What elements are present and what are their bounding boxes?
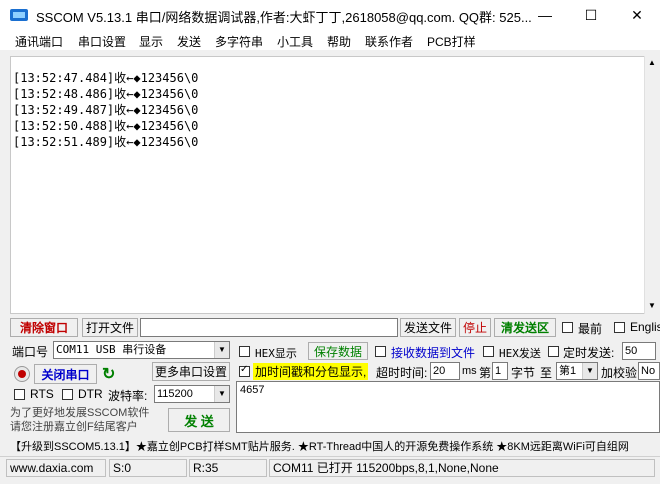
port-status-icon (14, 366, 30, 382)
stop-button[interactable]: 停止 (459, 318, 491, 337)
minimize-button[interactable]: — (522, 0, 568, 30)
english-checkbox[interactable] (614, 322, 625, 333)
send-button[interactable]: 发 送 (168, 408, 230, 432)
timeout-label: 超时时间: (376, 366, 428, 380)
timed-send-label: 定时发送: (563, 346, 615, 360)
clear-send-button[interactable]: 清发送区 (494, 318, 556, 337)
receive-output[interactable]: [13:52:47.484]收←◆123456\0 [13:52:48.486]… (10, 56, 646, 314)
output-line: [13:52:51.489]收←◆123456\0 (13, 135, 199, 149)
menu-bar: 通讯端口 串口设置 显示 发送 多字符串 小工具 帮助 联系作者 PCB打样 (0, 30, 660, 50)
title-bar: SSCOM V5.13.1 串口/网络数据调试器,作者:大虾丁丁,2618058… (0, 0, 660, 31)
timed-send-interval[interactable]: 50 (622, 342, 656, 360)
refresh-icon[interactable]: ↻ (102, 364, 120, 383)
timed-send-checkbox[interactable] (548, 346, 559, 357)
port-label: 端口号 (12, 345, 49, 359)
hex-send-checkbox[interactable] (483, 346, 494, 357)
hex-display-label: HEX显示 (255, 347, 297, 360)
byte-prefix: 第 (479, 366, 492, 380)
menu-tools[interactable]: 小工具 (277, 33, 313, 50)
output-line: [13:52:50.488]收←◆123456\0 (13, 119, 199, 133)
ad-bar[interactable]: 【升级到SSCOM5.13.1】★嘉立创PCB打样SMT贴片服务. ★RT-Th… (0, 436, 660, 454)
chevron-down-icon: ▼ (214, 386, 229, 402)
timeout-unit: ms (462, 365, 477, 377)
byte-start-input[interactable]: 1 (492, 362, 508, 380)
topmost-checkbox[interactable] (562, 322, 573, 333)
checksum-label: 加校验 (601, 366, 638, 380)
menu-comm-port[interactable]: 通讯端口 (15, 33, 63, 50)
dtr-label: DTR (78, 387, 103, 401)
byte-label: 字节 (511, 366, 536, 380)
send-file-button[interactable]: 发送文件 (400, 318, 456, 337)
checksum-select[interactable]: No (638, 362, 660, 380)
ad-text[interactable]: 【升级到SSCOM5.13.1】★嘉立创PCB打样SMT贴片服务. ★RT-Th… (10, 438, 629, 454)
checksum-value: No (641, 365, 656, 377)
open-file-button[interactable]: 打开文件 (82, 318, 138, 337)
chevron-down-icon: ▼ (582, 363, 597, 379)
rts-checkbox[interactable] (14, 389, 25, 400)
save-data-button[interactable]: 保存数据 (308, 342, 368, 360)
timestamp-label: 加时间戳和分包显示, (253, 363, 369, 380)
hex-display-checkbox[interactable] (239, 346, 250, 357)
menu-display[interactable]: 显示 (139, 33, 163, 50)
dtr-checkbox[interactable] (62, 389, 73, 400)
received-count: R:35 (189, 459, 267, 477)
clear-window-button[interactable]: 清除窗口 (10, 318, 78, 337)
sent-count: S:0 (109, 459, 187, 477)
port-value: COM11 USB 串行设备 (56, 343, 167, 356)
baud-select[interactable]: 115200 ▼ (154, 385, 230, 403)
rts-label: RTS (30, 387, 54, 401)
menu-help[interactable]: 帮助 (327, 33, 351, 50)
chevron-down-icon: ▼ (214, 342, 229, 358)
menu-multi-string[interactable]: 多字符串 (215, 33, 263, 50)
file-path-field[interactable] (140, 318, 398, 337)
byte-end-select[interactable]: 第1 ▼ (556, 362, 598, 380)
recv-to-file-checkbox[interactable] (375, 346, 386, 357)
app-icon (10, 9, 28, 21)
send-input[interactable]: 4657 (236, 381, 660, 433)
menu-send[interactable]: 发送 (177, 33, 201, 50)
baud-value: 115200 (157, 388, 193, 400)
output-line: [13:52:47.484]收←◆123456\0 (13, 71, 199, 85)
more-settings-button[interactable]: 更多串口设置 (152, 362, 230, 381)
byte-end-value: 第1 (559, 365, 577, 377)
timestamp-checkbox[interactable]: ✓ (239, 364, 250, 377)
menu-pcb[interactable]: PCB打样 (427, 33, 476, 50)
timeout-input[interactable]: 20 (430, 362, 460, 380)
maximize-button[interactable]: ☐ (568, 0, 614, 30)
to-label: 至 (540, 366, 553, 380)
register-promo[interactable]: 为了更好地发展SSCOM软件 请您注册嘉立创F结尾客户 (10, 406, 170, 434)
output-line: [13:52:49.487]收←◆123456\0 (13, 103, 199, 117)
check-icon: ✓ (240, 364, 249, 375)
menu-serial-settings[interactable]: 串口设置 (78, 33, 126, 50)
menu-contact-author[interactable]: 联系作者 (365, 33, 413, 50)
english-label: English (630, 320, 660, 334)
recv-to-file-label[interactable]: 接收数据到文件 (391, 344, 475, 361)
scroll-down-icon[interactable]: ▼ (648, 301, 656, 310)
window-title: SSCOM V5.13.1 串口/网络数据调试器,作者:大虾丁丁,2618058… (36, 10, 532, 25)
vertical-scrollbar[interactable]: ▲ ▼ (644, 56, 660, 314)
topmost-label: 最前 (578, 322, 603, 336)
hex-send-label: HEX发送 (499, 347, 541, 360)
output-line: [13:52:48.486]收←◆123456\0 (13, 87, 199, 101)
close-button[interactable]: ✕ (614, 0, 660, 30)
baud-label: 波特率: (108, 389, 148, 403)
status-bar: www.daxia.com S:0 R:35 COM11 已打开 115200b… (0, 456, 660, 479)
website-link[interactable]: www.daxia.com (6, 459, 106, 477)
close-port-button[interactable]: 关闭串口 (34, 364, 97, 384)
port-select[interactable]: COM11 USB 串行设备 ▼ (53, 341, 230, 359)
port-state: COM11 已打开 115200bps,8,1,None,None (269, 459, 655, 477)
scroll-up-icon[interactable]: ▲ (648, 58, 656, 67)
